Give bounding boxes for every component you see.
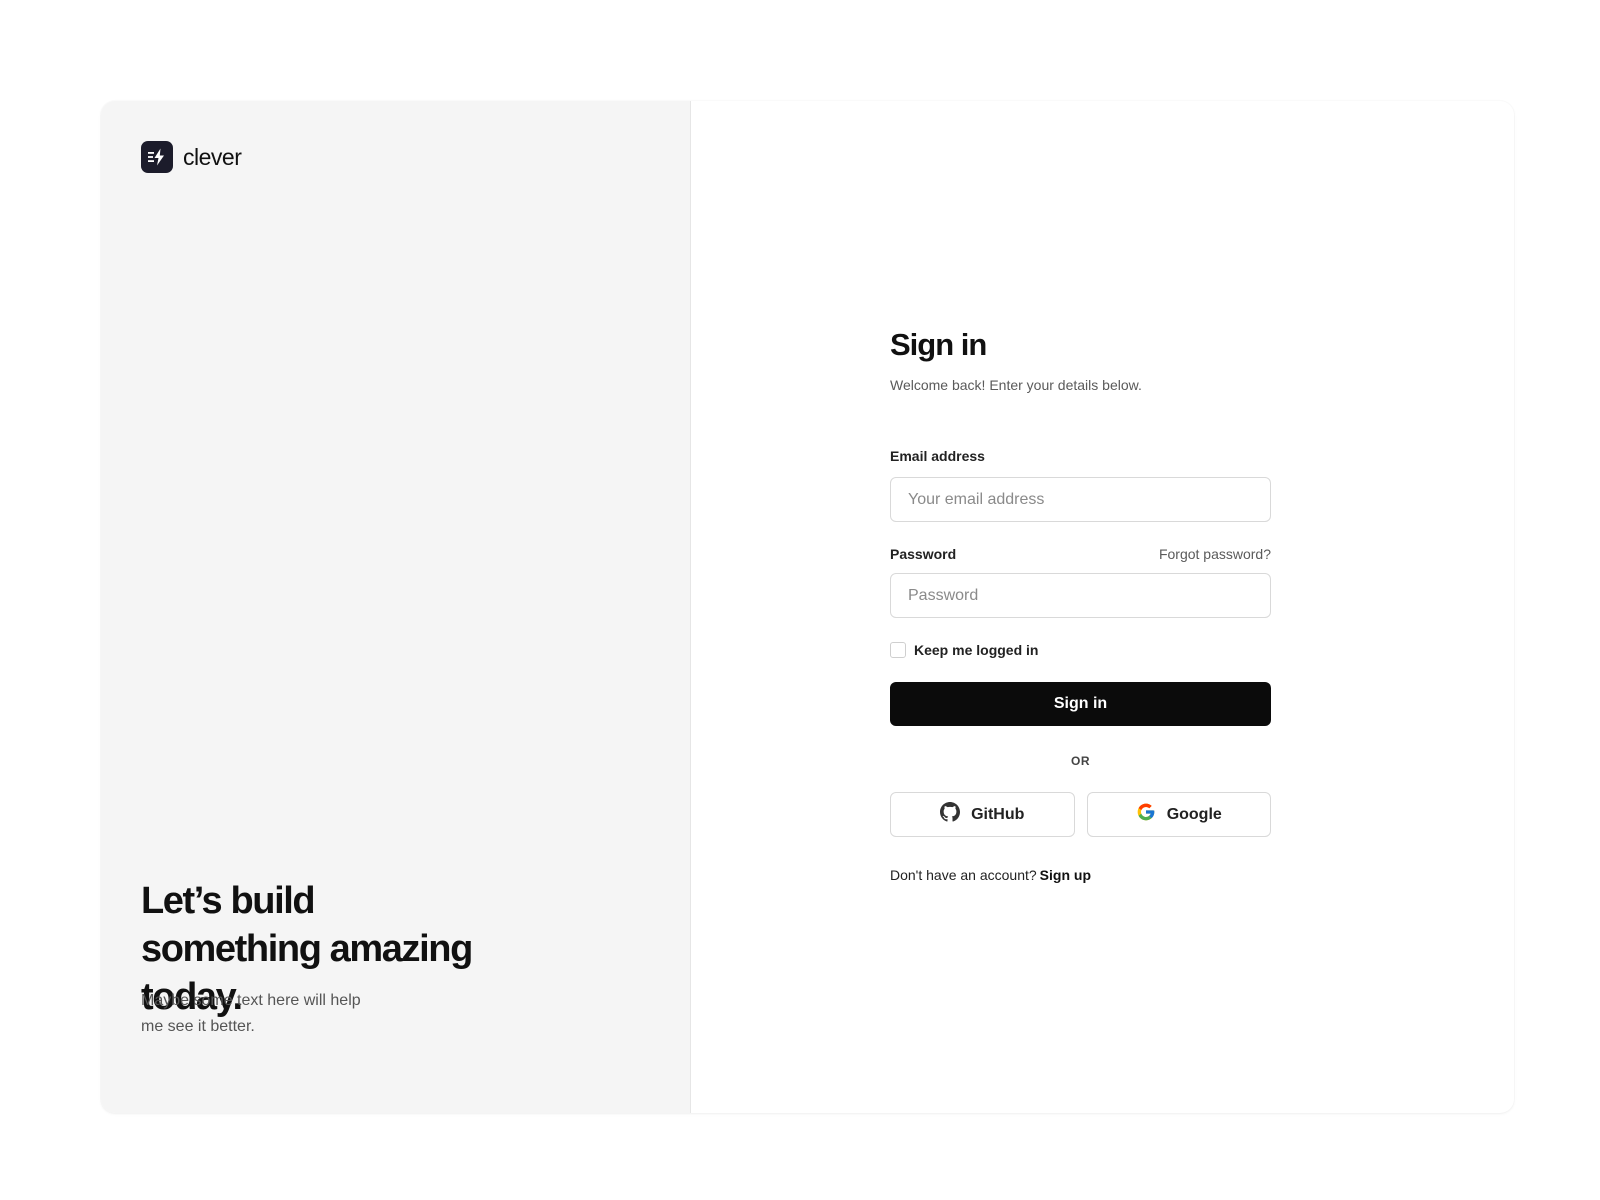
bolt-logo-icon [141, 141, 173, 173]
sign-in-button[interactable]: Sign in [890, 682, 1271, 726]
brand-name: clever [183, 143, 242, 170]
email-input[interactable] [890, 477, 1271, 522]
signup-row: Don't have an account? Sign up [890, 867, 1271, 883]
github-label: GitHub [971, 805, 1025, 823]
brand-logo[interactable]: clever [141, 141, 242, 173]
page-subtitle: Welcome back! Enter your details below. [890, 377, 1142, 393]
sign-up-link[interactable]: Sign up [1040, 867, 1091, 883]
remember-me-label[interactable]: Keep me logged in [914, 642, 1038, 658]
hero-subtitle: Maybe some text here will help me see it… [141, 992, 361, 1035]
github-icon [940, 802, 961, 827]
page-title: Sign in [890, 327, 987, 362]
remember-me-checkbox[interactable] [890, 642, 906, 658]
google-label: Google [1166, 805, 1222, 823]
remember-me-row: Keep me logged in [890, 642, 1271, 658]
password-field-group: Password Forgot password? [890, 546, 1271, 618]
google-button[interactable]: Google [1086, 792, 1271, 837]
forgot-password-link[interactable]: Forgot password? [1159, 546, 1271, 562]
password-label: Password [890, 546, 957, 562]
github-button[interactable]: GitHub [890, 792, 1075, 837]
password-input[interactable] [890, 573, 1271, 618]
signup-prompt: Don't have an account? [890, 867, 1037, 883]
sign-in-form: Sign in Welcome back! Enter your details… [890, 325, 1271, 883]
google-icon [1136, 802, 1156, 827]
oauth-buttons: GitHub Google [890, 792, 1271, 837]
or-divider: OR [1071, 754, 1090, 768]
email-label: Email address [890, 448, 985, 464]
brand-panel: clever Let’s build something amazing tod… [101, 101, 691, 1113]
email-field-group: Email address [890, 448, 1271, 522]
auth-card: clever Let’s build something amazing tod… [101, 101, 1514, 1113]
